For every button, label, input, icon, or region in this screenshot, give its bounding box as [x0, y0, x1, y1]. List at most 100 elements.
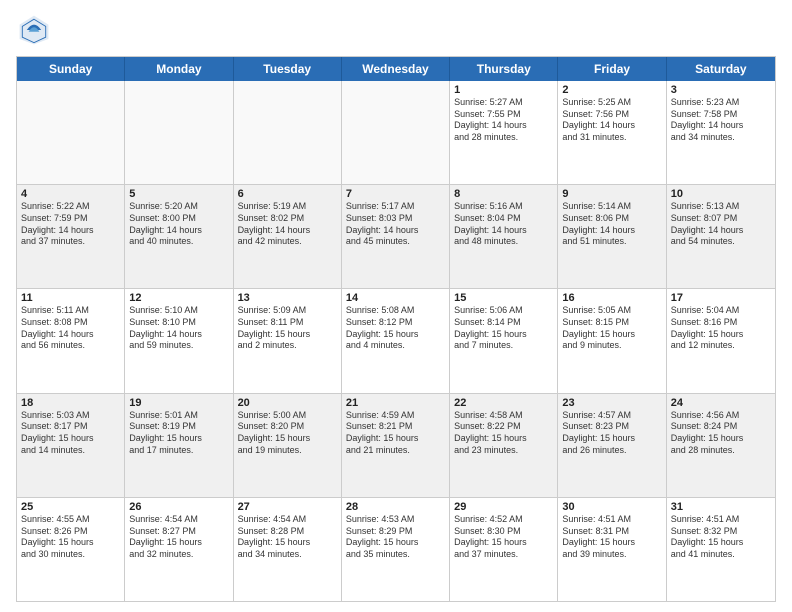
- calendar-cell: 15Sunrise: 5:06 AM Sunset: 8:14 PM Dayli…: [450, 289, 558, 392]
- calendar-row: 11Sunrise: 5:11 AM Sunset: 8:08 PM Dayli…: [17, 288, 775, 392]
- day-number: 5: [129, 188, 228, 200]
- calendar-cell: 18Sunrise: 5:03 AM Sunset: 8:17 PM Dayli…: [17, 394, 125, 497]
- calendar-cell: 14Sunrise: 5:08 AM Sunset: 8:12 PM Dayli…: [342, 289, 450, 392]
- weekday-header: Friday: [558, 57, 666, 81]
- day-info: Sunrise: 5:03 AM Sunset: 8:17 PM Dayligh…: [21, 410, 120, 457]
- day-number: 7: [346, 188, 445, 200]
- calendar-cell: 2Sunrise: 5:25 AM Sunset: 7:56 PM Daylig…: [558, 81, 666, 184]
- day-info: Sunrise: 4:56 AM Sunset: 8:24 PM Dayligh…: [671, 410, 771, 457]
- calendar-cell: 3Sunrise: 5:23 AM Sunset: 7:58 PM Daylig…: [667, 81, 775, 184]
- calendar-cell: 19Sunrise: 5:01 AM Sunset: 8:19 PM Dayli…: [125, 394, 233, 497]
- day-number: 28: [346, 501, 445, 513]
- weekday-header: Saturday: [667, 57, 775, 81]
- day-info: Sunrise: 5:16 AM Sunset: 8:04 PM Dayligh…: [454, 201, 553, 248]
- calendar-cell: 30Sunrise: 4:51 AM Sunset: 8:31 PM Dayli…: [558, 498, 666, 601]
- day-number: 10: [671, 188, 771, 200]
- day-info: Sunrise: 4:55 AM Sunset: 8:26 PM Dayligh…: [21, 514, 120, 561]
- day-info: Sunrise: 5:14 AM Sunset: 8:06 PM Dayligh…: [562, 201, 661, 248]
- calendar: SundayMondayTuesdayWednesdayThursdayFrid…: [16, 56, 776, 602]
- calendar-cell: 24Sunrise: 4:56 AM Sunset: 8:24 PM Dayli…: [667, 394, 775, 497]
- day-number: 3: [671, 84, 771, 96]
- day-number: 22: [454, 397, 553, 409]
- day-info: Sunrise: 5:11 AM Sunset: 8:08 PM Dayligh…: [21, 305, 120, 352]
- day-number: 30: [562, 501, 661, 513]
- day-info: Sunrise: 5:23 AM Sunset: 7:58 PM Dayligh…: [671, 97, 771, 144]
- day-info: Sunrise: 5:06 AM Sunset: 8:14 PM Dayligh…: [454, 305, 553, 352]
- calendar-header: SundayMondayTuesdayWednesdayThursdayFrid…: [17, 57, 775, 81]
- calendar-cell: 16Sunrise: 5:05 AM Sunset: 8:15 PM Dayli…: [558, 289, 666, 392]
- day-info: Sunrise: 4:51 AM Sunset: 8:31 PM Dayligh…: [562, 514, 661, 561]
- calendar-cell: 28Sunrise: 4:53 AM Sunset: 8:29 PM Dayli…: [342, 498, 450, 601]
- calendar-cell: 10Sunrise: 5:13 AM Sunset: 8:07 PM Dayli…: [667, 185, 775, 288]
- calendar-cell: 22Sunrise: 4:58 AM Sunset: 8:22 PM Dayli…: [450, 394, 558, 497]
- day-number: 14: [346, 292, 445, 304]
- day-info: Sunrise: 5:22 AM Sunset: 7:59 PM Dayligh…: [21, 201, 120, 248]
- day-info: Sunrise: 5:17 AM Sunset: 8:03 PM Dayligh…: [346, 201, 445, 248]
- calendar-cell: 17Sunrise: 5:04 AM Sunset: 8:16 PM Dayli…: [667, 289, 775, 392]
- calendar-cell: 12Sunrise: 5:10 AM Sunset: 8:10 PM Dayli…: [125, 289, 233, 392]
- calendar-cell: 7Sunrise: 5:17 AM Sunset: 8:03 PM Daylig…: [342, 185, 450, 288]
- day-number: 19: [129, 397, 228, 409]
- day-info: Sunrise: 5:20 AM Sunset: 8:00 PM Dayligh…: [129, 201, 228, 248]
- logo-icon: [16, 12, 52, 48]
- calendar-row: 25Sunrise: 4:55 AM Sunset: 8:26 PM Dayli…: [17, 497, 775, 601]
- calendar-cell: 25Sunrise: 4:55 AM Sunset: 8:26 PM Dayli…: [17, 498, 125, 601]
- calendar-cell: 26Sunrise: 4:54 AM Sunset: 8:27 PM Dayli…: [125, 498, 233, 601]
- day-number: 4: [21, 188, 120, 200]
- calendar-cell: 21Sunrise: 4:59 AM Sunset: 8:21 PM Dayli…: [342, 394, 450, 497]
- day-info: Sunrise: 4:52 AM Sunset: 8:30 PM Dayligh…: [454, 514, 553, 561]
- day-info: Sunrise: 4:58 AM Sunset: 8:22 PM Dayligh…: [454, 410, 553, 457]
- day-number: 1: [454, 84, 553, 96]
- day-number: 17: [671, 292, 771, 304]
- weekday-header: Sunday: [17, 57, 125, 81]
- day-number: 31: [671, 501, 771, 513]
- header: [16, 12, 776, 48]
- day-info: Sunrise: 5:00 AM Sunset: 8:20 PM Dayligh…: [238, 410, 337, 457]
- calendar-cell: 9Sunrise: 5:14 AM Sunset: 8:06 PM Daylig…: [558, 185, 666, 288]
- day-number: 2: [562, 84, 661, 96]
- day-info: Sunrise: 5:08 AM Sunset: 8:12 PM Dayligh…: [346, 305, 445, 352]
- day-number: 23: [562, 397, 661, 409]
- day-number: 21: [346, 397, 445, 409]
- day-info: Sunrise: 5:10 AM Sunset: 8:10 PM Dayligh…: [129, 305, 228, 352]
- calendar-cell: 4Sunrise: 5:22 AM Sunset: 7:59 PM Daylig…: [17, 185, 125, 288]
- day-info: Sunrise: 5:05 AM Sunset: 8:15 PM Dayligh…: [562, 305, 661, 352]
- day-info: Sunrise: 4:51 AM Sunset: 8:32 PM Dayligh…: [671, 514, 771, 561]
- day-number: 25: [21, 501, 120, 513]
- day-number: 24: [671, 397, 771, 409]
- day-number: 26: [129, 501, 228, 513]
- day-info: Sunrise: 5:13 AM Sunset: 8:07 PM Dayligh…: [671, 201, 771, 248]
- day-number: 27: [238, 501, 337, 513]
- day-number: 16: [562, 292, 661, 304]
- logo: [16, 12, 56, 48]
- day-number: 11: [21, 292, 120, 304]
- calendar-cell: 1Sunrise: 5:27 AM Sunset: 7:55 PM Daylig…: [450, 81, 558, 184]
- calendar-row: 4Sunrise: 5:22 AM Sunset: 7:59 PM Daylig…: [17, 184, 775, 288]
- day-info: Sunrise: 5:19 AM Sunset: 8:02 PM Dayligh…: [238, 201, 337, 248]
- calendar-cell: 20Sunrise: 5:00 AM Sunset: 8:20 PM Dayli…: [234, 394, 342, 497]
- calendar-cell: 27Sunrise: 4:54 AM Sunset: 8:28 PM Dayli…: [234, 498, 342, 601]
- calendar-cell: 31Sunrise: 4:51 AM Sunset: 8:32 PM Dayli…: [667, 498, 775, 601]
- weekday-header: Thursday: [450, 57, 558, 81]
- calendar-cell: 8Sunrise: 5:16 AM Sunset: 8:04 PM Daylig…: [450, 185, 558, 288]
- calendar-cell: [17, 81, 125, 184]
- day-info: Sunrise: 4:53 AM Sunset: 8:29 PM Dayligh…: [346, 514, 445, 561]
- weekday-header: Tuesday: [234, 57, 342, 81]
- calendar-cell: [125, 81, 233, 184]
- day-number: 9: [562, 188, 661, 200]
- weekday-header: Monday: [125, 57, 233, 81]
- calendar-body: 1Sunrise: 5:27 AM Sunset: 7:55 PM Daylig…: [17, 81, 775, 601]
- calendar-cell: 23Sunrise: 4:57 AM Sunset: 8:23 PM Dayli…: [558, 394, 666, 497]
- day-info: Sunrise: 5:01 AM Sunset: 8:19 PM Dayligh…: [129, 410, 228, 457]
- day-info: Sunrise: 5:25 AM Sunset: 7:56 PM Dayligh…: [562, 97, 661, 144]
- calendar-cell: 29Sunrise: 4:52 AM Sunset: 8:30 PM Dayli…: [450, 498, 558, 601]
- day-info: Sunrise: 4:54 AM Sunset: 8:27 PM Dayligh…: [129, 514, 228, 561]
- day-number: 6: [238, 188, 337, 200]
- calendar-row: 18Sunrise: 5:03 AM Sunset: 8:17 PM Dayli…: [17, 393, 775, 497]
- calendar-cell: 6Sunrise: 5:19 AM Sunset: 8:02 PM Daylig…: [234, 185, 342, 288]
- day-number: 18: [21, 397, 120, 409]
- day-number: 13: [238, 292, 337, 304]
- day-number: 29: [454, 501, 553, 513]
- day-info: Sunrise: 5:09 AM Sunset: 8:11 PM Dayligh…: [238, 305, 337, 352]
- day-number: 15: [454, 292, 553, 304]
